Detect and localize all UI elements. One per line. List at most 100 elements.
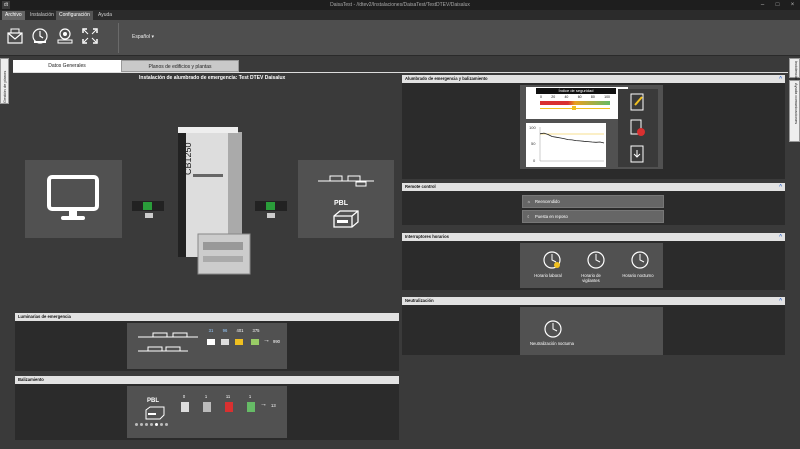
alumbrado-panel: Alumbrado de emergencia y balizamiento ^ … [402, 75, 785, 179]
neutralizacion-header[interactable]: Neutralización ^ [402, 297, 785, 305]
lum-total: 990 [273, 339, 280, 344]
interruptores-header[interactable]: Interruptores horarios ^ [402, 233, 785, 241]
arrow-right-icon: → [263, 337, 270, 344]
lum-status-green-icon [251, 339, 259, 345]
neutralizacion-panel: Neutralización ^ Neutralización nocturna [402, 297, 785, 355]
trend-chart-svg: 100 50 0 [529, 125, 605, 163]
remote-control-panel: Remote control ^ ☼ Reencendido ☾ Puesta en … [402, 183, 785, 225]
chart-tick-100: 100 [529, 125, 536, 130]
fullscreen-icon[interactable] [81, 27, 99, 45]
page-title: Instalación de alumbrado de emergencia: … [139, 75, 286, 81]
interruptores-box: Horario laboral Horario de vigilantes Ho… [520, 243, 663, 288]
horario-laboral-label: Horario laboral [534, 273, 562, 278]
luminaire-chain-icon [318, 175, 374, 187]
remote-collapse-icon[interactable]: ^ [779, 183, 782, 191]
neutralizacion-collapse-icon[interactable]: ^ [779, 297, 782, 305]
clock-icon[interactable] [31, 27, 49, 45]
pc-box [25, 160, 122, 238]
lum-count-1: 31 [208, 328, 214, 333]
tab-planos[interactable]: Planos de edificios y plantas [121, 60, 239, 72]
luminarias-panel: Luminarias de emergencia 31 96 401 375 →… [15, 313, 399, 371]
alumbrado-box: Índice de seguridad 0 20 40 60 80 100 100 50 … [520, 85, 663, 169]
usb-connector-right [255, 201, 287, 211]
neutralizacion-box: Neutralización nocturna [520, 307, 663, 355]
bal-status-1-icon [181, 402, 189, 412]
bal-status-4-icon [247, 402, 255, 412]
usb-icon-right [267, 213, 275, 218]
balizamiento-header[interactable]: Balizamiento [15, 376, 399, 384]
edit-report-icon[interactable] [630, 93, 646, 111]
horario-nocturno-clock-icon[interactable] [630, 250, 650, 270]
pbl-device-icon [333, 210, 359, 228]
lum-count-3: 401 [236, 328, 244, 333]
gauge-title: Índice de seguridad [536, 88, 616, 94]
close-button[interactable]: × [785, 0, 800, 10]
gauge-bar [540, 101, 610, 105]
download-report-icon[interactable] [630, 145, 646, 163]
bal-count-1: 0 [182, 394, 186, 399]
usb-connector-left [132, 201, 164, 211]
horario-vigilantes-label: Horario de vigilantes [581, 273, 601, 283]
side-tab-planos[interactable]: Gestión de planos [0, 58, 9, 104]
side-tab-incidencias[interactable]: Incidencias [789, 58, 800, 81]
gauge-ticks: 0 20 40 60 80 100 [540, 95, 610, 99]
balizamiento-panel: Balizamiento PBL 0 1 11 1 → 13 [15, 376, 399, 440]
tab-datos-generales[interactable]: Datos Generales [13, 60, 121, 72]
reencendido-button[interactable]: ☼ Reencendido [522, 195, 664, 208]
bal-count-4: 1 [248, 394, 252, 399]
neutralizacion-clock-icon[interactable] [543, 319, 563, 339]
trend-chart: 100 50 0 [526, 123, 606, 167]
luminaire-network-icon [138, 332, 198, 352]
monitor-icon [47, 175, 99, 220]
usb-icon-left [145, 213, 153, 218]
lum-status-ok-icon [207, 339, 215, 345]
bal-total: 13 [271, 403, 276, 408]
side-tab-ayuda-comunicaciones[interactable]: Ayuda comunicaciones [789, 80, 800, 142]
bal-count-2: 1 [204, 394, 208, 399]
safety-gauge: Índice de seguridad 0 20 40 60 80 100 [526, 87, 628, 119]
neutralizacion-label: Neutralización nocturna [530, 341, 574, 346]
luminarias-header[interactable]: Luminarias de emergencia [15, 313, 399, 321]
lum-status-warn-icon [235, 339, 243, 345]
puesta-en-reposo-button[interactable]: ☾ Puesta en reposo [522, 210, 664, 223]
horario-nocturno-label: Horario nocturno [622, 273, 654, 278]
central-model-label: CB1250 [183, 142, 193, 175]
title-bar: dt DaisaTest - //dtev2/Instalaciones/Dai… [0, 0, 800, 10]
window-title: DaisaTest - //dtev2/Instalaciones/DaisaT… [330, 2, 470, 8]
interruptores-collapse-icon[interactable]: ^ [779, 233, 782, 241]
language-select[interactable]: Español ▾ [132, 34, 154, 40]
pagination-dots[interactable] [135, 423, 168, 426]
menu-archivo[interactable]: Archivo [2, 11, 25, 20]
menu-configuracion[interactable]: Configuración [56, 11, 93, 20]
menu-bar: Archivo Instalación Configuración Ayuda [0, 10, 800, 20]
trend-line [539, 132, 605, 144]
menu-ayuda[interactable]: Ayuda [95, 11, 115, 20]
collapse-icon[interactable]: ^ [779, 75, 782, 83]
lum-status-grey-icon [221, 339, 229, 345]
envelope-icon[interactable] [6, 27, 24, 45]
tab-bar: Datos Generales Planos de edificios y pl… [13, 58, 788, 72]
bal-status-2-icon [203, 402, 211, 412]
alumbrado-header[interactable]: Alumbrado de emergencia y balizamiento ^ [402, 75, 785, 83]
horario-laboral-clock-icon[interactable] [542, 250, 562, 270]
sun-icon: ☼ [527, 199, 531, 204]
maximize-button[interactable]: □ [770, 0, 785, 10]
tab-underline [13, 72, 788, 73]
lum-count-4: 375 [252, 328, 260, 333]
moon-icon: ☾ [527, 214, 531, 219]
bal-pbl-label: PBL [147, 398, 159, 404]
balizamiento-box: PBL 0 1 11 1 → 13 [127, 386, 287, 438]
horario-vigilantes-clock-icon[interactable] [586, 250, 606, 270]
reset-report-icon[interactable] [630, 119, 646, 137]
settings-search-icon[interactable] [56, 27, 74, 45]
remote-header[interactable]: Remote control ^ [402, 183, 785, 191]
lum-count-2: 96 [222, 328, 228, 333]
bal-arrow-icon: → [260, 401, 267, 408]
menu-instalacion[interactable]: Instalación [27, 11, 57, 20]
bal-count-3: 11 [225, 394, 231, 399]
chart-tick-50: 50 [531, 141, 536, 146]
gauge-baseline [540, 108, 610, 109]
interruptores-panel: Interruptores horarios ^ Horario laboral … [402, 233, 785, 290]
minimize-button[interactable]: – [755, 0, 770, 10]
ribbon-separator [118, 23, 119, 53]
